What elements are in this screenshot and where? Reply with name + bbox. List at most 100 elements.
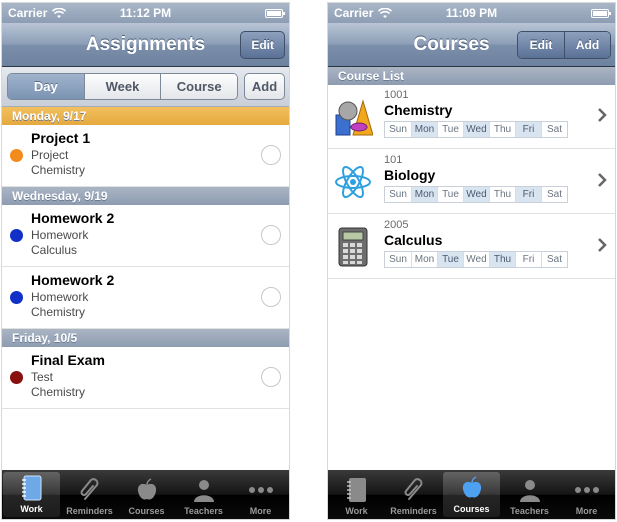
apple-icon (133, 476, 161, 504)
add-assignment-button[interactable]: Add (244, 73, 285, 100)
course-code: 2005 (384, 219, 409, 231)
more-dots-icon (247, 476, 275, 504)
edit-add-group: Edit Add (517, 31, 611, 59)
course-name: Chemistry (384, 102, 453, 118)
assignment-title: Project 1 (31, 130, 91, 146)
assignment-row[interactable]: Project 1 Project Chemistry (2, 125, 289, 187)
course-list-header: Course List (328, 67, 615, 85)
carrier-group: Carrier (334, 6, 393, 20)
tab-label: Work (20, 504, 43, 514)
tab-label: More (249, 506, 272, 516)
assignment-title: Homework 2 (31, 272, 115, 288)
carrier-label: Carrier (334, 6, 374, 20)
edit-button[interactable]: Edit (518, 32, 564, 58)
tab-label: Work (345, 506, 368, 516)
tab-teachers[interactable]: Teachers (175, 470, 232, 519)
carrier-group: Carrier (8, 6, 67, 20)
tab-more[interactable]: More (232, 470, 289, 519)
segment-week[interactable]: Week (83, 74, 161, 99)
paperclip-icon (400, 476, 428, 504)
tab-label: More (575, 506, 598, 516)
tab-label: Reminders (66, 506, 113, 516)
complete-checkbox[interactable] (261, 367, 281, 387)
carrier-label: Carrier (8, 6, 48, 20)
section-header: Wednesday, 9/19 (2, 187, 289, 205)
tab-work[interactable]: Work (328, 470, 385, 519)
tab-label: Teachers (510, 506, 549, 516)
day-sun: Sun (385, 187, 411, 202)
day-tue: Tue (437, 252, 463, 267)
calculator-icon (333, 227, 373, 267)
tab-work[interactable]: Work (3, 472, 60, 517)
view-toolbar: Day Week Course Add (2, 67, 289, 107)
day-fri: Fri (515, 122, 541, 137)
weekday-strip: Sun Mon Tue Wed Thu Fri Sat (384, 186, 568, 203)
day-wed: Wed (463, 252, 489, 267)
assignment-course: Chemistry (31, 163, 86, 177)
assignment-row[interactable]: Final Exam Test Chemistry (2, 347, 289, 409)
assignment-type: Homework (31, 228, 89, 242)
assignment-title: Final Exam (31, 352, 105, 368)
person-icon (516, 476, 544, 504)
status-bar: Carrier 11:09 PM (328, 3, 615, 23)
tab-label: Courses (128, 506, 165, 516)
assignment-list: Monday, 9/17 Project 1 Project Chemistry… (2, 107, 289, 409)
priority-dot (10, 291, 23, 304)
day-tue: Tue (437, 187, 463, 202)
wifi-icon (52, 7, 67, 19)
assignments-screen: Carrier 11:12 PM Assignments Edit Day We… (1, 2, 290, 520)
tab-courses[interactable]: Courses (443, 472, 500, 517)
tab-courses[interactable]: Courses (118, 470, 175, 519)
chevron-right-icon (597, 172, 607, 188)
battery-icon (591, 9, 611, 18)
assignment-course: Calculus (31, 243, 78, 257)
segment-course[interactable]: Course (160, 74, 237, 99)
weekday-strip: Sun Mon Tue Wed Thu Fri Sat (384, 251, 568, 268)
notebook-icon (18, 474, 46, 502)
add-course-button[interactable]: Add (564, 32, 610, 58)
section-header: Monday, 9/17 (2, 107, 289, 125)
section-header: Friday, 10/5 (2, 329, 289, 347)
wifi-icon (378, 7, 393, 19)
tab-bar: Work Reminders Courses Teachers More (328, 470, 615, 519)
day-fri: Fri (515, 187, 541, 202)
day-wed: Wed (463, 122, 489, 137)
course-row[interactable]: 2005 Calculus Sun Mon Tue Wed Thu Fri Sa… (328, 215, 615, 279)
complete-checkbox[interactable] (261, 145, 281, 165)
tab-reminders[interactable]: Reminders (385, 470, 442, 519)
tab-reminders[interactable]: Reminders (61, 470, 118, 519)
day-sat: Sat (541, 252, 567, 267)
priority-dot (10, 229, 23, 242)
course-row[interactable]: 1001 Chemistry Sun Mon Tue Wed Thu Fri S… (328, 85, 615, 149)
complete-checkbox[interactable] (261, 225, 281, 245)
battery-icon (265, 9, 285, 18)
tab-label: Teachers (184, 506, 223, 516)
course-row[interactable]: 101 Biology Sun Mon Tue Wed Thu Fri Sat (328, 150, 615, 214)
day-sun: Sun (385, 122, 411, 137)
course-code: 101 (384, 154, 403, 166)
tab-label: Courses (453, 504, 490, 514)
tab-teachers[interactable]: Teachers (501, 470, 558, 519)
day-mon: Mon (411, 187, 437, 202)
assignment-course: Chemistry (31, 305, 86, 319)
tab-more[interactable]: More (558, 470, 615, 519)
priority-dot (10, 371, 23, 384)
course-name: Calculus (384, 232, 443, 248)
more-dots-icon (573, 476, 601, 504)
assignment-row[interactable]: Homework 2 Homework Chemistry (2, 267, 289, 329)
navigation-bar: Courses Edit Add (328, 23, 615, 67)
atom-icon (333, 162, 373, 202)
day-tue: Tue (437, 122, 463, 137)
edit-button[interactable]: Edit (240, 31, 285, 59)
person-icon (190, 476, 218, 504)
assignment-row[interactable]: Homework 2 Homework Calculus (2, 205, 289, 267)
assignment-type: Homework (31, 290, 89, 304)
complete-checkbox[interactable] (261, 287, 281, 307)
courses-screen: Carrier 11:09 PM Courses Edit Add Course… (327, 2, 616, 520)
day-fri: Fri (515, 252, 541, 267)
priority-dot (10, 149, 23, 162)
segment-day[interactable]: Day (8, 74, 84, 99)
course-name: Biology (384, 167, 436, 183)
navigation-bar: Assignments Edit (2, 23, 289, 67)
paperclip-icon (76, 476, 104, 504)
